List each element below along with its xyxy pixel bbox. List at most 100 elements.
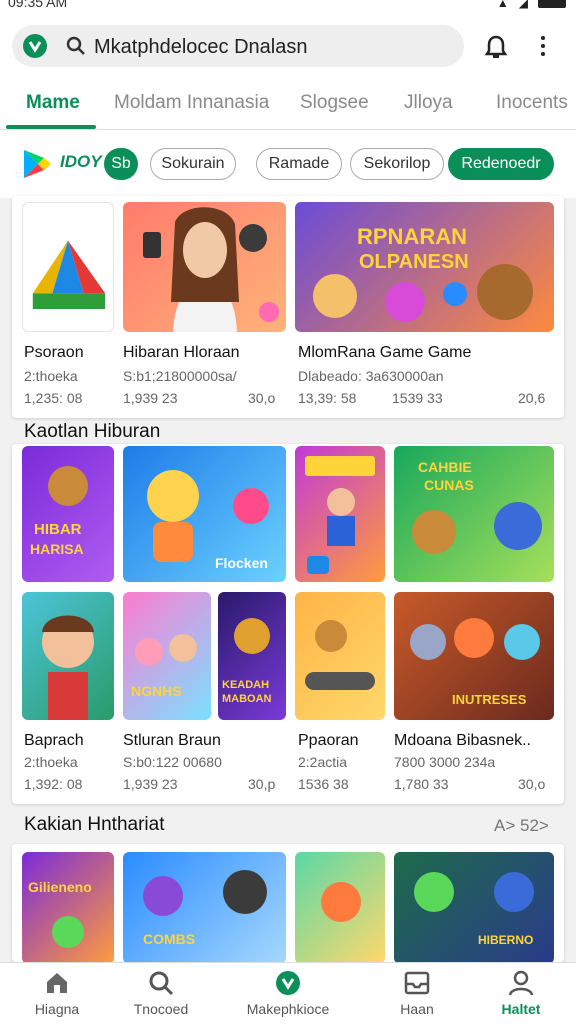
app-rating-s2-1: 1,392: 08 [24,776,83,792]
app-title-3[interactable]: MlomRana Game Game [298,344,471,362]
app-rating-s2-4: 1,780 33 [394,776,449,792]
app-icon-s2-6[interactable]: NGNHS [123,592,211,720]
tab-category-3[interactable]: Slogsee [300,92,369,114]
tab-category-2[interactable]: Moldam Innanasia [114,92,269,114]
app-icon-s2-3[interactable] [295,446,385,582]
filter-chips: IDOY Sb Sokurain Ramade Sekorilop Redeno… [0,130,576,198]
app-title-2[interactable]: Hibaran Hloraan [123,344,240,362]
svg-text:HIBAR: HIBAR [34,521,82,538]
app-banner-2[interactable] [123,202,286,332]
app-title-s2-2[interactable]: Stluran Braun [123,732,221,750]
warriors-illustration: HIBERNO [414,872,534,947]
marketplace-logo-icon [23,34,47,58]
game-logo-illustration: Gilieneno [28,879,92,948]
app-banner-3[interactable]: RPNARAN OLPANESN [295,202,554,332]
status-icons: ▲ ◢ [497,0,566,10]
status-time: 09:35 AM [8,0,68,10]
app-subtitle-s2-3: 2:2actia [298,754,348,770]
account-badge[interactable]: Sb [104,148,138,180]
boy-character-illustration [42,615,94,720]
app-rating-1: 1,235: 08 [24,390,83,406]
character-with-cannon-illustration [305,620,375,690]
svg-text:KEADAH: KEADAH [222,679,269,691]
app-icon-1[interactable] [22,202,114,332]
tab-category-4[interactable]: Jlloya [404,92,453,114]
app-title-s2-1[interactable]: Baprach [24,732,84,750]
entertainment-apps-card: HIBAR HARISA Flocken CAHBIE CUNAS NGNHS … [12,444,564,804]
play-store-logo-icon [24,150,51,178]
chip-3[interactable]: Sekorilop [350,148,444,180]
svg-text:NGNHS: NGNHS [131,683,182,699]
nav-label-inbox: Haan [400,1001,434,1017]
nav-inbox[interactable]: Haan [362,969,472,1017]
app-subtitle-2: S:b1;21800000sa/ [123,368,237,384]
app-rating-2: 1,939 23 [123,390,178,406]
active-tab-indicator [6,125,96,129]
svg-text:Gilieneno: Gilieneno [28,879,92,895]
app-subtitle-1: 2:thoeka [24,368,78,384]
section-title-2: Kaotlan Hiburan [24,421,161,442]
app-banner-s3-4[interactable]: HIBERNO [394,852,554,962]
kids-group-illustration: NGNHS [131,634,197,699]
runner-character-illustration [305,456,375,574]
app-size-s2-2: 30,p [248,776,276,792]
nav-profile[interactable]: Haltet [466,969,576,1017]
tab-home[interactable]: Mame [26,92,80,114]
app-icon-s2-8[interactable] [295,592,385,720]
app-icon-s3-3[interactable] [295,852,385,962]
battery-icon [538,0,566,8]
app-subtitle-s2-1: 2:thoeka [24,754,78,770]
inbox-icon [404,971,430,995]
search-icon [149,971,174,996]
chip-recommended[interactable]: Redenoedr [448,148,554,180]
more-options-icon[interactable] [538,36,548,60]
app-rating-s2-2: 1,939 23 [123,776,178,792]
purple-cat-and-soldier-illustration: COMBS [143,870,267,947]
chip-1[interactable]: Sokurain [150,148,236,180]
app-icon-s2-7[interactable]: KEADAH MABOAN [218,592,286,720]
fox-character-illustration [321,882,361,922]
featured-apps-card: RPNARAN OLPANESN Psoraon 2:thoeka 1,235:… [12,196,564,418]
nav-label-marketplace: Makephkioce [246,1001,330,1017]
tab-category-5[interactable]: Inocents [496,92,568,114]
app-subtitle-s2-4: 7800 3000 234a [394,754,496,770]
search-input[interactable]: Mkatphdelocec Dnalasn [94,36,307,59]
search-bar[interactable]: Mkatphdelocec Dnalasn [12,25,464,67]
chip-2[interactable]: Ramade [256,148,342,180]
nav-label-home: Hiagna [34,1001,80,1017]
app-banner-s2-4[interactable]: CAHBIE CUNAS [394,446,554,582]
signal-icon: ◢ [518,0,528,10]
notification-bell-icon[interactable] [484,34,508,60]
svg-text:COMBS: COMBS [143,931,195,947]
nav-home[interactable]: Hiagna [2,969,112,1017]
app-banner-s2-2[interactable]: Flocken [123,446,286,582]
app-banner-s3-2[interactable]: COMBS [123,852,286,962]
app-icon-s2-1[interactable]: HIBAR HARISA [22,446,114,582]
animal-friends-illustration: CAHBIE CUNAS [412,459,542,554]
game-characters-illustration: RPNARAN OLPANESN [313,224,533,322]
app-rating-3: 13,39: 58 [298,390,357,406]
lion-character-illustration: KEADAH MABOAN [222,618,272,705]
svg-text:OLPANESN: OLPANESN [359,251,469,273]
app-icon-s3-1[interactable]: Gilieneno [22,852,114,962]
app-size-s2-4: 30,o [518,776,546,792]
app-title-1[interactable]: Psoraon [24,344,84,362]
svg-text:MABOAN: MABOAN [222,693,272,705]
svg-text:CAHBIE: CAHBIE [418,459,472,475]
app-title-s2-3[interactable]: Ppaoran [298,732,359,750]
bottom-navigation: Hiagna Tnocoed Makephkioce Haan Haltet [0,962,576,1024]
app-size-2: 30,o [248,390,276,406]
marketplace-icon [276,971,300,995]
nav-marketplace[interactable]: Makephkioce [233,969,343,1017]
app-title-s2-4[interactable]: Mdoana Bibasnek.. [394,732,531,750]
svg-text:RPNARAN: RPNARAN [357,224,467,249]
nav-search[interactable]: Tnocoed [106,969,216,1017]
cat-hero-illustration: Flocken [147,470,269,571]
app-icon-s2-5[interactable] [22,592,114,720]
status-bar: 09:35 AM ▲ ◢ [0,0,576,14]
profile-icon [508,970,534,996]
svg-text:CUNAS: CUNAS [424,477,474,493]
see-more-link[interactable]: A> 52> [494,816,549,836]
app-banner-s2-9[interactable]: INUTRESES [394,592,554,720]
triangle-logo-icon [32,240,106,310]
